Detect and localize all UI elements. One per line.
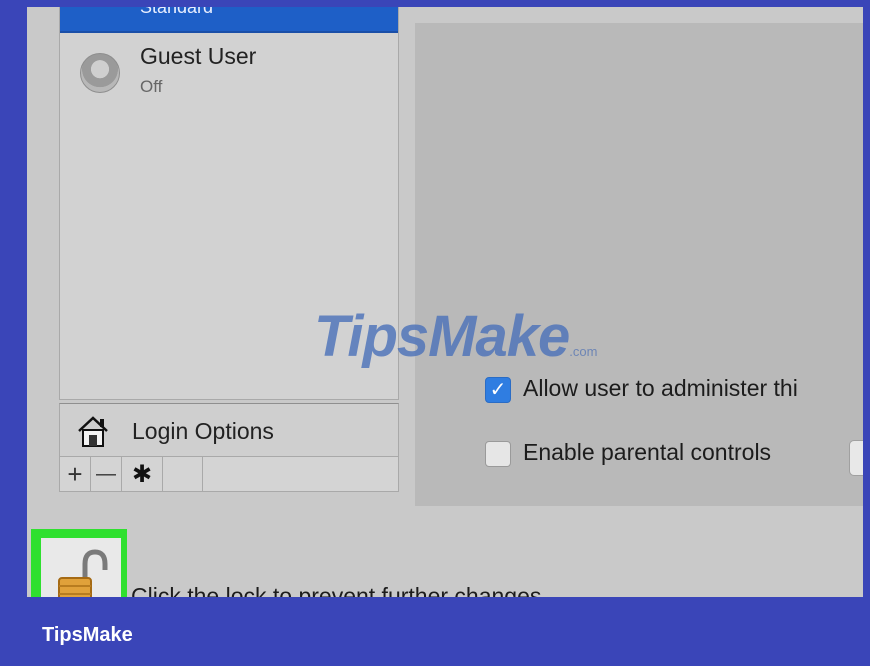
toolbar-divider xyxy=(202,457,203,491)
lock-highlight xyxy=(31,529,127,597)
user-list-item-guest[interactable]: Guest User Off xyxy=(76,41,376,101)
watermark-brand: TipsMake xyxy=(314,304,570,369)
avatar xyxy=(80,53,120,93)
unlocked-padlock-icon xyxy=(58,549,108,597)
user-details-pane xyxy=(415,23,863,506)
action-menu-button[interactable]: ✱ xyxy=(122,457,163,491)
plus-icon: + xyxy=(67,458,83,489)
selected-user-label: Standard xyxy=(140,7,214,17)
lock-button[interactable] xyxy=(41,538,121,597)
parental-controls-label: Enable parental controls xyxy=(523,439,772,465)
login-options-label: Login Options xyxy=(132,418,274,444)
open-parental-controls-button[interactable] xyxy=(849,440,863,476)
remove-user-button[interactable]: — xyxy=(91,457,122,491)
user-status: Off xyxy=(140,77,163,96)
allow-admin-checkbox[interactable]: ✓ xyxy=(485,377,511,403)
footer-brand: TipsMake xyxy=(42,624,133,646)
system-preferences-window: Standard Guest User Off Login Options + … xyxy=(27,7,863,597)
minus-icon: — xyxy=(96,462,116,485)
selected-user-row[interactable]: Standard xyxy=(60,7,398,33)
add-user-button[interactable]: + xyxy=(60,457,91,491)
user-list-toolbar: + — ✱ xyxy=(59,456,399,492)
house-icon xyxy=(78,416,108,447)
allow-admin-label: Allow user to administer thi xyxy=(523,375,798,401)
footer-bar: TipsMake xyxy=(0,597,870,666)
user-name: Guest User xyxy=(140,43,257,69)
gear-icon: ✱ xyxy=(131,460,153,488)
lock-instruction: Click the lock to prevent further change… xyxy=(131,583,548,597)
parental-controls-checkbox[interactable] xyxy=(485,441,511,467)
watermark-suffix: .com xyxy=(569,344,598,359)
watermark-logo: TipsMake.com xyxy=(314,303,597,370)
login-options-button[interactable]: Login Options xyxy=(59,403,399,457)
